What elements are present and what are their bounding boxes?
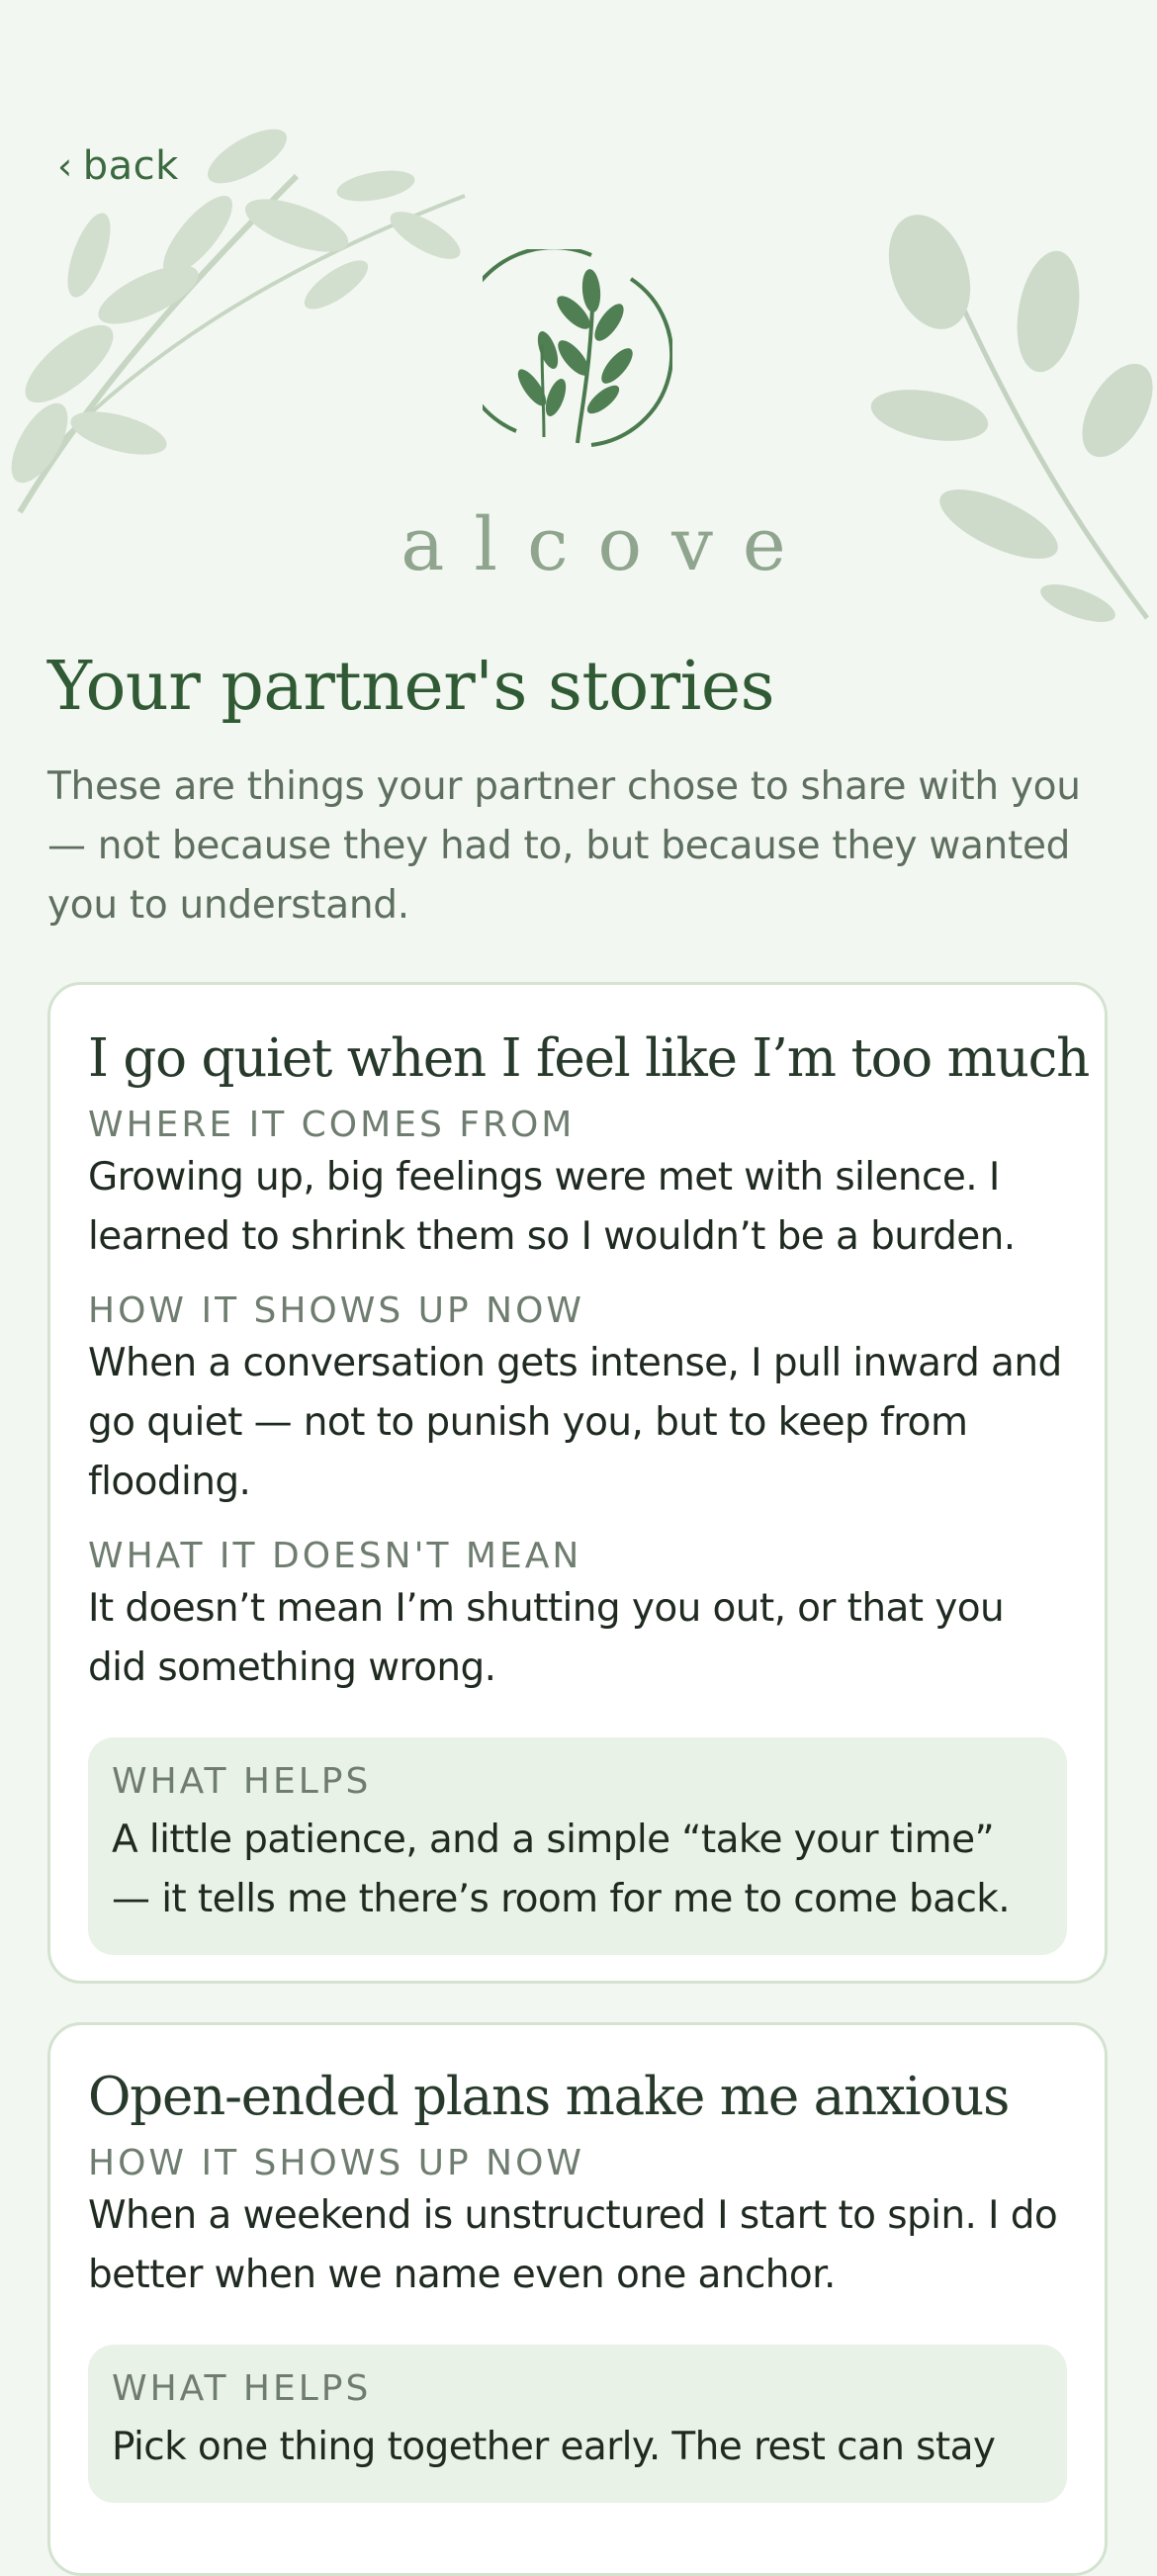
section-text: A little patience, and a simple “take yo… [112,1818,1011,1921]
what-helps-box: WHAT HELPS A little patience, and a simp… [88,1737,1067,1955]
section-label: HOW IT SHOWS UP NOW [88,2143,585,2183]
story-title: I go quiet when I feel like I’m too much [88,1028,1090,1089]
back-button[interactable]: ‹ back [57,143,179,189]
story-section: WHERE IT COMES FROM Growing up, big feel… [88,1103,1067,1267]
section-label: WHAT HELPS [112,2368,372,2409]
page-intro: These are things your partner chose to s… [47,764,1081,928]
section-label: WHERE IT COMES FROM [88,1105,576,1145]
story-section: HOW IT SHOWS UP NOW When a weekend is un… [88,2141,1067,2305]
page-title: Your partner's stories [47,648,775,726]
story-card: I go quiet when I feel like I’m too much… [47,982,1108,1984]
section-text: When a conversation gets intense, I pull… [88,1341,1062,1504]
story-section: HOW IT SHOWS UP NOW When a conversation … [88,1288,1067,1512]
what-helps-box: WHAT HELPS Pick one thing together early… [88,2345,1067,2503]
story-title: Open-ended plans make me anxious [88,2067,1010,2127]
section-label: WHAT IT DOESN'T MEAN [88,1536,582,1576]
section-text: It doesn’t mean I’m shutting you out, or… [88,1586,1005,1690]
back-label: back [82,143,179,189]
section-label: WHAT HELPS [112,1761,372,1802]
brand-wordmark: alcove [400,502,816,587]
story-card: Open-ended plans make me anxious HOW IT … [47,2022,1108,2576]
chevron-left-icon: ‹ [57,144,73,188]
sprig-emblem-icon [483,249,672,447]
section-text: When a weekend is unstructured I start t… [88,2193,1058,2297]
section-text: Pick one thing together early. The rest … [112,2425,996,2469]
section-text: Growing up, big feelings were met with s… [88,1155,1016,1259]
story-section: WHAT IT DOESN'T MEAN It doesn’t mean I’m… [88,1534,1067,1698]
section-label: HOW IT SHOWS UP NOW [88,1290,585,1331]
